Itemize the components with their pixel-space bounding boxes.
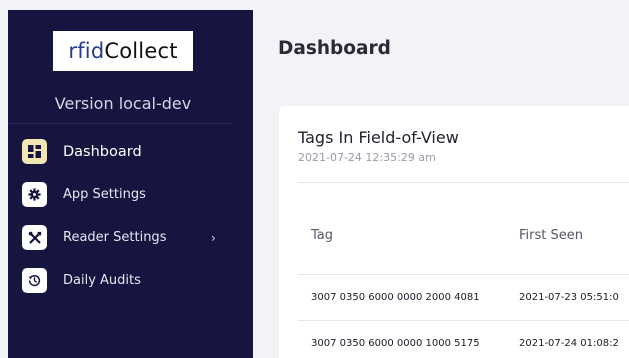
chevron-right-icon[interactable]: ›	[211, 231, 216, 245]
sidebar-item-label: Dashboard	[63, 143, 142, 160]
sidebar-item-label: App Settings	[63, 187, 146, 202]
sidebar-item-label: Daily Audits	[63, 273, 141, 288]
sidebar-item-label: Reader Settings	[63, 230, 167, 245]
table-cell-first-seen: 2021-07-23 05:51:0	[519, 292, 619, 303]
table-row-divider	[298, 320, 629, 321]
dashboard-grid-icon	[22, 139, 47, 164]
sidebar-item-app-settings[interactable]: App Settings	[22, 173, 247, 216]
tags-card: Tags In Field-of-View 2021-07-24 12:35:2…	[279, 106, 629, 358]
table-cell-first-seen: 2021-07-24 01:08:2	[519, 338, 619, 349]
column-header-tag[interactable]: Tag	[311, 228, 333, 243]
logo-text-rfid: rfid	[68, 39, 105, 63]
page-title: Dashboard	[278, 38, 391, 59]
sidebar-divider	[8, 123, 233, 124]
sidebar-item-daily-audits[interactable]: Daily Audits	[22, 259, 247, 302]
logo-text-collect: Collect	[104, 39, 178, 63]
card-divider	[298, 182, 629, 183]
column-header-first-seen[interactable]: First Seen	[519, 228, 583, 243]
tools-icon	[22, 225, 47, 250]
history-icon	[22, 268, 47, 293]
table-cell-tag: 3007 0350 6000 0000 1000 5175	[311, 338, 480, 349]
table-cell-tag: 3007 0350 6000 0000 2000 4081	[311, 292, 480, 303]
sidebar-item-dashboard[interactable]: Dashboard	[22, 130, 247, 173]
version-label: Version local-dev	[54, 94, 192, 113]
table-row-divider	[298, 274, 629, 275]
sidebar: rfidCollect Version local-dev Dashboard	[8, 10, 253, 358]
sidebar-nav: Dashboard App Settings Reader Settings ›…	[22, 130, 247, 302]
gear-icon	[22, 182, 47, 207]
app-logo[interactable]: rfid Collect	[53, 31, 193, 71]
card-timestamp: 2021-07-24 12:35:29 am	[298, 151, 436, 164]
sidebar-item-reader-settings[interactable]: Reader Settings ›	[22, 216, 247, 259]
card-title: Tags In Field-of-View	[298, 128, 459, 147]
